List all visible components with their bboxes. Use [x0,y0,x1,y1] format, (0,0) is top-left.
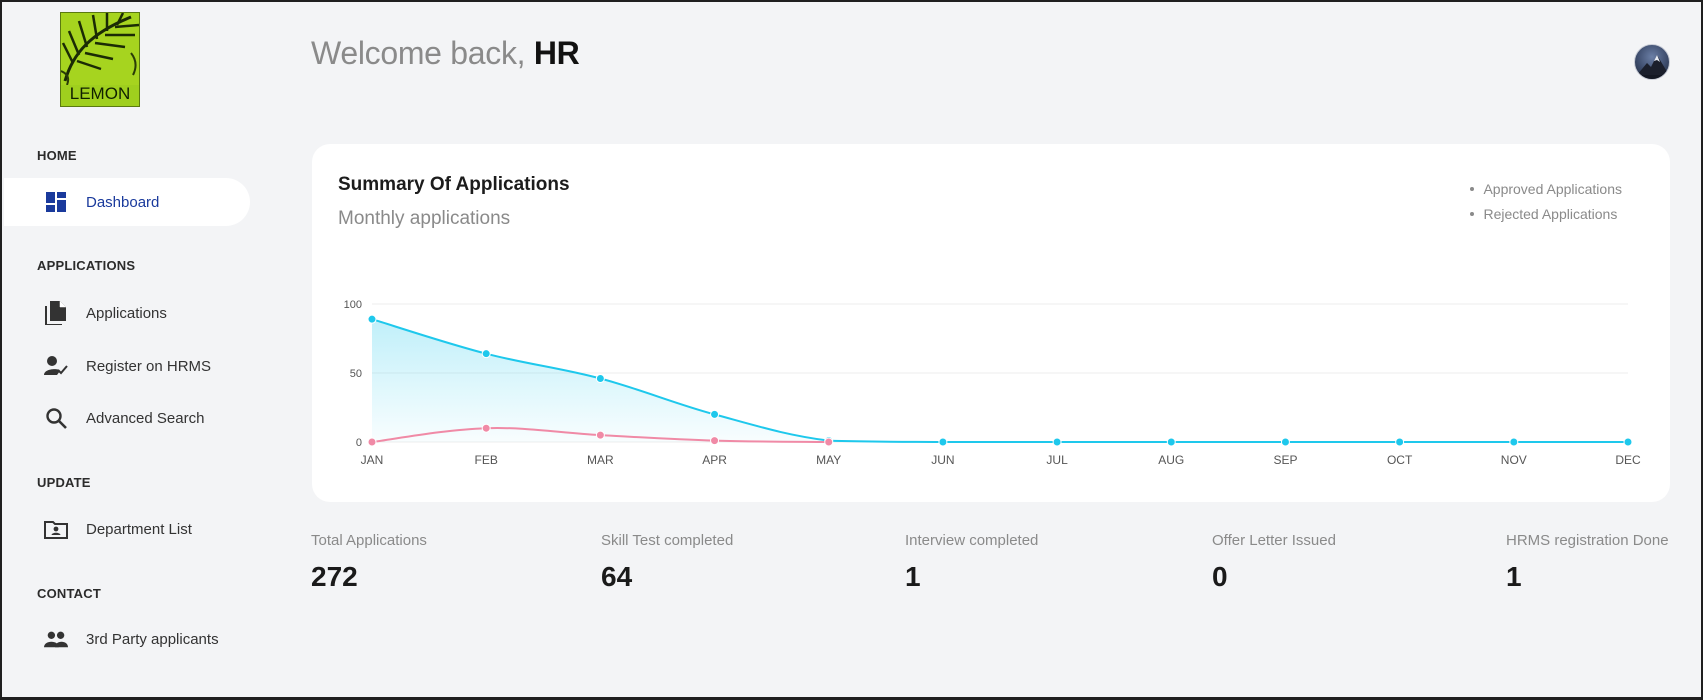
stat-label: HRMS registration Done [1506,532,1669,549]
approved-point [1395,437,1405,447]
x-tick-label: JAN [361,453,384,467]
user-name: HR [533,35,580,71]
sidebar-item-third-party[interactable]: 3rd Party applicants [4,615,250,663]
sidebar-item-label: Register on HRMS [86,357,212,375]
sidebar-item-register[interactable]: Register on HRMS [4,342,250,390]
rejected-point [710,436,720,446]
section-applications: APPLICATIONS [37,258,136,273]
stat-value: 0 [1212,561,1228,592]
summary-card: Summary Of Applications Monthly applicat… [312,144,1670,502]
search-icon [44,406,68,430]
x-tick-label: JUL [1046,453,1068,467]
leaf-icon [61,13,139,85]
folder-user-icon [44,517,68,541]
stat-value: 1 [905,561,921,592]
x-tick-label: FEB [475,453,498,467]
x-tick-label: JUN [931,453,954,467]
approved-point [938,437,948,447]
approved-point [1166,437,1176,447]
y-tick-label: 50 [350,368,362,380]
approved-point [1052,437,1062,447]
y-tick-label: 100 [344,299,362,311]
approved-point [1623,437,1633,447]
section-home: HOME [37,148,77,163]
approved-point [367,314,377,324]
welcome-prefix: Welcome back, [311,35,534,71]
stat-label: Total Applications [311,532,427,549]
approved-point [595,374,605,384]
mountain-icon [1635,55,1669,79]
logo-text: LEMON [69,84,131,103]
stat-offer-letter: Offer Letter Issued 0 [1212,532,1336,593]
approved-point [1280,437,1290,447]
stat-label: Offer Letter Issued [1212,532,1336,549]
group-icon [44,627,68,651]
stat-value: 1 [1506,561,1522,592]
dashboard-icon [44,190,68,214]
y-tick-label: 0 [356,437,362,449]
sidebar-item-label: Advanced Search [86,409,205,427]
sidebar-item-label: Department List [86,520,192,538]
document-icon [44,301,68,325]
stat-label: Skill Test completed [601,532,734,549]
x-tick-label: APR [702,453,727,467]
rejected-point [367,437,377,447]
x-tick-label: MAY [816,453,841,467]
x-tick-label: OCT [1387,453,1413,467]
approved-area [372,319,1628,442]
stat-hrms-registration: HRMS registration Done 1 [1506,532,1669,593]
x-tick-label: DEC [1615,453,1641,467]
x-tick-label: SEP [1273,453,1297,467]
approved-point [1509,437,1519,447]
sidebar: LEMON HOME Dashboard APPLICATIONS Applic… [2,2,252,697]
sidebar-item-label: Applications [86,304,167,322]
approved-point [710,409,720,419]
sidebar-item-label: 3rd Party applicants [86,630,219,648]
sidebar-item-applications[interactable]: Applications [4,289,250,337]
section-contact: CONTACT [37,586,101,601]
x-tick-label: NOV [1501,453,1527,467]
sidebar-item-advanced-search[interactable]: Advanced Search [4,394,250,442]
stat-total-applications: Total Applications 272 [311,532,427,593]
x-tick-label: MAR [587,453,614,467]
stat-label: Interview completed [905,532,1039,549]
stat-value: 64 [601,561,633,592]
welcome-heading: Welcome back, HR [311,35,580,72]
avatar[interactable] [1634,44,1670,80]
rejected-point [481,423,491,433]
section-update: UPDATE [37,475,91,490]
approved-point [481,349,491,359]
stat-skill-test: Skill Test completed 64 [601,532,733,593]
sidebar-item-department-list[interactable]: Department List [4,505,250,553]
sidebar-item-label: Dashboard [86,193,160,211]
rejected-point [595,430,605,440]
stat-interview: Interview completed 1 [905,532,1038,593]
lemon-logo[interactable]: LEMON [60,12,140,107]
stat-value: 272 [311,561,358,592]
sidebar-item-dashboard[interactable]: Dashboard [4,178,250,226]
app-frame: LEMON HOME Dashboard APPLICATIONS Applic… [0,0,1703,700]
rejected-point [824,437,834,447]
x-tick-label: AUG [1158,453,1184,467]
user-check-icon [44,354,68,378]
applications-chart: 0 50 100 JAN FEB MAR APR MAY JUN JUL AUG SEP OCT NOV D… [344,299,1641,467]
